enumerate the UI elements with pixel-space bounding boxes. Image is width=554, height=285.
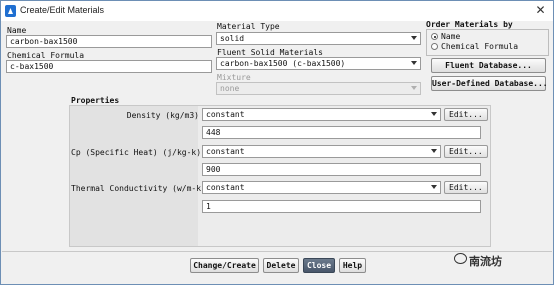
material-type-label: Material Type: [217, 22, 280, 31]
density-method-dropdown[interactable]: constant: [202, 108, 441, 121]
name-label: Name: [7, 26, 27, 35]
cp-label: Cp (Specific Heat) (j/kg-k): [71, 148, 202, 157]
fluent-solid-materials-dropdown[interactable]: carbon-bax1500 (c-bax1500): [216, 57, 421, 70]
order-by-name-label: Name: [441, 32, 461, 41]
fluent-solid-materials-value: carbon-bax1500 (c-bax1500): [220, 59, 346, 68]
wechat-icon: [454, 253, 467, 264]
chemical-formula-input[interactable]: c-bax1500: [6, 60, 212, 73]
fluent-app-icon: [5, 5, 16, 17]
fluent-solid-materials-label: Fluent Solid Materials: [217, 48, 323, 57]
title-bar: Create/Edit Materials ✕: [1, 1, 553, 21]
cp-value-input[interactable]: 900: [202, 163, 481, 176]
bottom-divider: [2, 251, 552, 252]
user-defined-database-button[interactable]: User-Defined Database...: [431, 76, 548, 91]
density-label: Density (kg/m3): [126, 111, 199, 120]
mixture-dropdown: none: [216, 82, 421, 95]
density-value-input[interactable]: 448: [202, 126, 481, 139]
change-create-button[interactable]: Change/Create: [190, 258, 259, 273]
window-title: Create/Edit Materials: [20, 5, 105, 15]
close-window-icon[interactable]: ✕: [534, 4, 547, 17]
order-by-formula-radio[interactable]: [431, 43, 438, 50]
order-materials-label: Order Materials by: [426, 20, 513, 29]
density-method-value: constant: [206, 110, 245, 119]
fluent-database-button[interactable]: Fluent Database...: [431, 58, 546, 73]
order-by-formula-label: Chemical Formula: [441, 42, 519, 51]
order-by-name-radio[interactable]: [431, 33, 438, 40]
material-type-dropdown[interactable]: solid: [216, 32, 421, 45]
thermal-conductivity-label: Thermal Conductivity (w/m-k): [71, 184, 206, 193]
cp-method-dropdown[interactable]: constant: [202, 145, 441, 158]
chevron-down-icon: [431, 149, 437, 153]
cp-edit-button[interactable]: Edit...: [444, 145, 488, 158]
name-input[interactable]: carbon-bax1500: [6, 35, 212, 48]
thermal-conductivity-method-value: constant: [206, 183, 245, 192]
delete-button[interactable]: Delete: [263, 258, 299, 273]
chevron-down-icon: [431, 185, 437, 189]
chevron-down-icon: [411, 36, 417, 40]
mixture-label: Mixture: [217, 73, 251, 82]
material-type-value: solid: [220, 34, 245, 43]
chevron-down-icon: [431, 112, 437, 116]
density-edit-button[interactable]: Edit...: [444, 108, 488, 121]
mixture-value: none: [220, 84, 240, 93]
properties-label: Properties: [71, 96, 120, 105]
properties-label-column: [70, 106, 198, 246]
help-button[interactable]: Help: [339, 258, 366, 273]
thermal-conductivity-method-dropdown[interactable]: constant: [202, 181, 441, 194]
chemical-formula-label: Chemical Formula: [7, 51, 85, 60]
chevron-down-icon: [411, 86, 417, 90]
thermal-conductivity-value-input[interactable]: 1: [202, 200, 481, 213]
thermal-conductivity-edit-button[interactable]: Edit...: [444, 181, 488, 194]
watermark-text: 南流坊: [469, 255, 502, 268]
watermark: 南流坊: [454, 253, 502, 269]
close-button[interactable]: Close: [303, 258, 335, 273]
chevron-down-icon: [411, 61, 417, 65]
cp-method-value: constant: [206, 147, 245, 156]
create-edit-materials-dialog: Create/Edit Materials ✕ Name carbon-bax1…: [0, 0, 554, 285]
